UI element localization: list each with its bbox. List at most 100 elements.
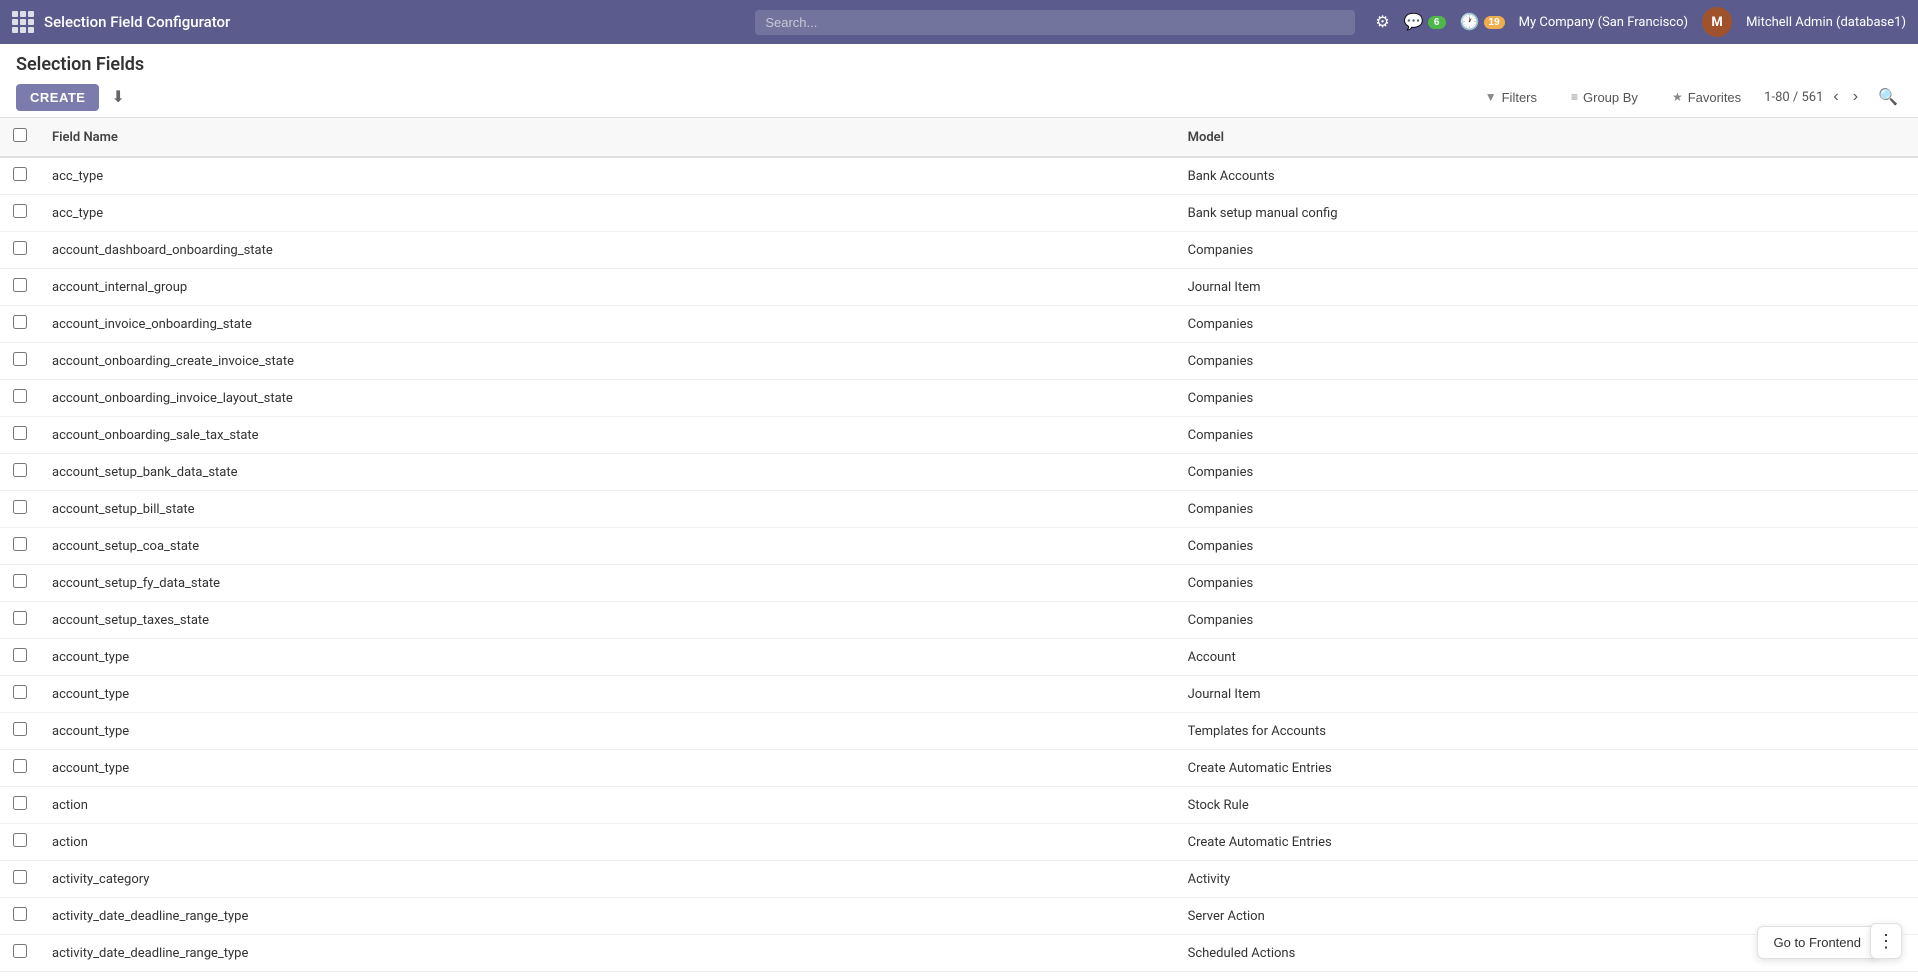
app-title: Selection Field Configurator <box>44 13 230 31</box>
filters-button[interactable]: ▼ Filters <box>1474 84 1548 111</box>
table-row[interactable]: acc_type Bank Accounts <box>0 157 1918 195</box>
avatar[interactable]: M <box>1702 7 1732 37</box>
table-row[interactable]: account_internal_group Journal Item <box>0 269 1918 306</box>
table-row[interactable]: account_dashboard_onboarding_state Compa… <box>0 232 1918 269</box>
more-options-button[interactable]: ⋮ <box>1870 923 1902 959</box>
cell-model: Companies <box>1176 454 1918 491</box>
cell-model: Companies <box>1176 232 1918 269</box>
row-checkbox[interactable] <box>13 722 27 736</box>
table-row[interactable]: activity_category Activity <box>0 861 1918 898</box>
download-icon[interactable]: ⬇ <box>107 83 128 111</box>
row-checkbox[interactable] <box>13 241 27 255</box>
row-checkbox[interactable] <box>13 907 27 921</box>
row-checkbox[interactable] <box>13 278 27 292</box>
cell-field-name: account_invoice_onboarding_state <box>40 306 1176 343</box>
cell-model: Companies <box>1176 380 1918 417</box>
table-row[interactable]: account_setup_bank_data_state Companies <box>0 454 1918 491</box>
messages-icon[interactable]: 💬 6 <box>1404 12 1446 32</box>
row-checkbox[interactable] <box>13 685 27 699</box>
table-row[interactable]: account_onboarding_sale_tax_state Compan… <box>0 417 1918 454</box>
select-all-checkbox[interactable] <box>13 128 27 142</box>
row-checkbox[interactable] <box>13 537 27 551</box>
group-by-icon: ≡ <box>1571 90 1578 104</box>
row-checkbox[interactable] <box>13 574 27 588</box>
table-row[interactable]: account_setup_taxes_state Companies <box>0 602 1918 639</box>
cell-field-name: account_onboarding_sale_tax_state <box>40 417 1176 454</box>
cell-field-name: acc_type <box>40 157 1176 195</box>
cell-field-name: account_setup_bill_state <box>40 491 1176 528</box>
cell-model: Companies <box>1176 528 1918 565</box>
table-row[interactable]: activity_date_deadline_range_type Schedu… <box>0 935 1918 972</box>
row-checkbox[interactable] <box>13 315 27 329</box>
row-checkbox[interactable] <box>13 833 27 847</box>
table-row[interactable]: activity_date_deadline_range_type Server… <box>0 898 1918 935</box>
filter-icon: ▼ <box>1485 90 1497 104</box>
row-checkbox[interactable] <box>13 611 27 625</box>
cell-field-name: account_setup_bank_data_state <box>40 454 1176 491</box>
group-by-button[interactable]: ≡ Group By <box>1560 84 1649 111</box>
cell-field-name: account_onboarding_invoice_layout_state <box>40 380 1176 417</box>
cell-field-name: account_setup_coa_state <box>40 528 1176 565</box>
table-row[interactable]: account_onboarding_create_invoice_state … <box>0 343 1918 380</box>
cell-field-name: action <box>40 824 1176 861</box>
cell-field-name: account_onboarding_create_invoice_state <box>40 343 1176 380</box>
cell-model: Activity <box>1176 861 1918 898</box>
table-row[interactable]: account_invoice_onboarding_state Compani… <box>0 306 1918 343</box>
pagination: 1-80 / 561 ‹ › <box>1764 86 1862 108</box>
cell-model: Companies <box>1176 343 1918 380</box>
row-checkbox[interactable] <box>13 759 27 773</box>
table-body: acc_type Bank Accounts acc_type Bank set… <box>0 157 1918 972</box>
table-row[interactable]: account_setup_coa_state Companies <box>0 528 1918 565</box>
apps-menu-icon[interactable] <box>12 11 34 33</box>
table-row[interactable]: account_type Templates for Accounts <box>0 713 1918 750</box>
row-checkbox[interactable] <box>13 796 27 810</box>
cell-field-name: account_type <box>40 639 1176 676</box>
cell-field-name: action <box>40 787 1176 824</box>
page-title: Selection Fields <box>16 54 1902 75</box>
cell-model: Companies <box>1176 565 1918 602</box>
table-row[interactable]: account_onboarding_invoice_layout_state … <box>0 380 1918 417</box>
row-checkbox[interactable] <box>13 352 27 366</box>
row-checkbox[interactable] <box>13 870 27 884</box>
cell-model: Companies <box>1176 491 1918 528</box>
activities-icon[interactable]: 🕐 19 <box>1460 12 1505 32</box>
global-search-input[interactable] <box>755 10 1355 35</box>
row-checkbox[interactable] <box>13 204 27 218</box>
column-model: Model <box>1176 118 1918 157</box>
table-row[interactable]: account_setup_bill_state Companies <box>0 491 1918 528</box>
prev-page-button[interactable]: ‹ <box>1829 86 1842 108</box>
row-checkbox[interactable] <box>13 500 27 514</box>
table-row[interactable]: account_type Journal Item <box>0 676 1918 713</box>
table-row[interactable]: account_type Create Automatic Entries <box>0 750 1918 787</box>
cell-field-name: account_type <box>40 676 1176 713</box>
company-name: My Company (San Francisco) <box>1519 15 1688 30</box>
table-row[interactable]: action Create Automatic Entries <box>0 824 1918 861</box>
cell-field-name: acc_type <box>40 195 1176 232</box>
page-header: Selection Fields CREATE ⬇ ▼ Filters ≡ Gr… <box>0 44 1918 118</box>
table-row[interactable]: account_type Account <box>0 639 1918 676</box>
cell-model: Create Automatic Entries <box>1176 750 1918 787</box>
row-checkbox[interactable] <box>13 389 27 403</box>
next-page-button[interactable]: › <box>1849 86 1862 108</box>
row-checkbox[interactable] <box>13 167 27 181</box>
table-row[interactable]: account_setup_fy_data_state Companies <box>0 565 1918 602</box>
user-name: Mitchell Admin (database1) <box>1746 15 1906 30</box>
pagination-range: 1-80 / 561 <box>1764 90 1823 105</box>
row-checkbox[interactable] <box>13 426 27 440</box>
table-row[interactable]: acc_type Bank setup manual config <box>0 195 1918 232</box>
row-checkbox[interactable] <box>13 648 27 662</box>
favorites-button[interactable]: ★ Favorites <box>1661 84 1752 111</box>
table-header: Field Name Model <box>0 118 1918 157</box>
row-checkbox[interactable] <box>13 463 27 477</box>
table-container: Field Name Model acc_type Bank Accounts … <box>0 118 1918 977</box>
cell-field-name: account_type <box>40 713 1176 750</box>
create-button[interactable]: CREATE <box>16 84 99 111</box>
table-row[interactable]: action Stock Rule <box>0 787 1918 824</box>
goto-frontend-button[interactable]: Go to Frontend <box>1757 926 1878 959</box>
activities-badge: 19 <box>1484 16 1505 29</box>
settings-icon[interactable]: ⚙ <box>1375 12 1389 32</box>
search-icon[interactable]: 🔍 <box>1874 83 1902 111</box>
cell-model: Bank setup manual config <box>1176 195 1918 232</box>
row-checkbox[interactable] <box>13 944 27 958</box>
cell-field-name: activity_category <box>40 861 1176 898</box>
